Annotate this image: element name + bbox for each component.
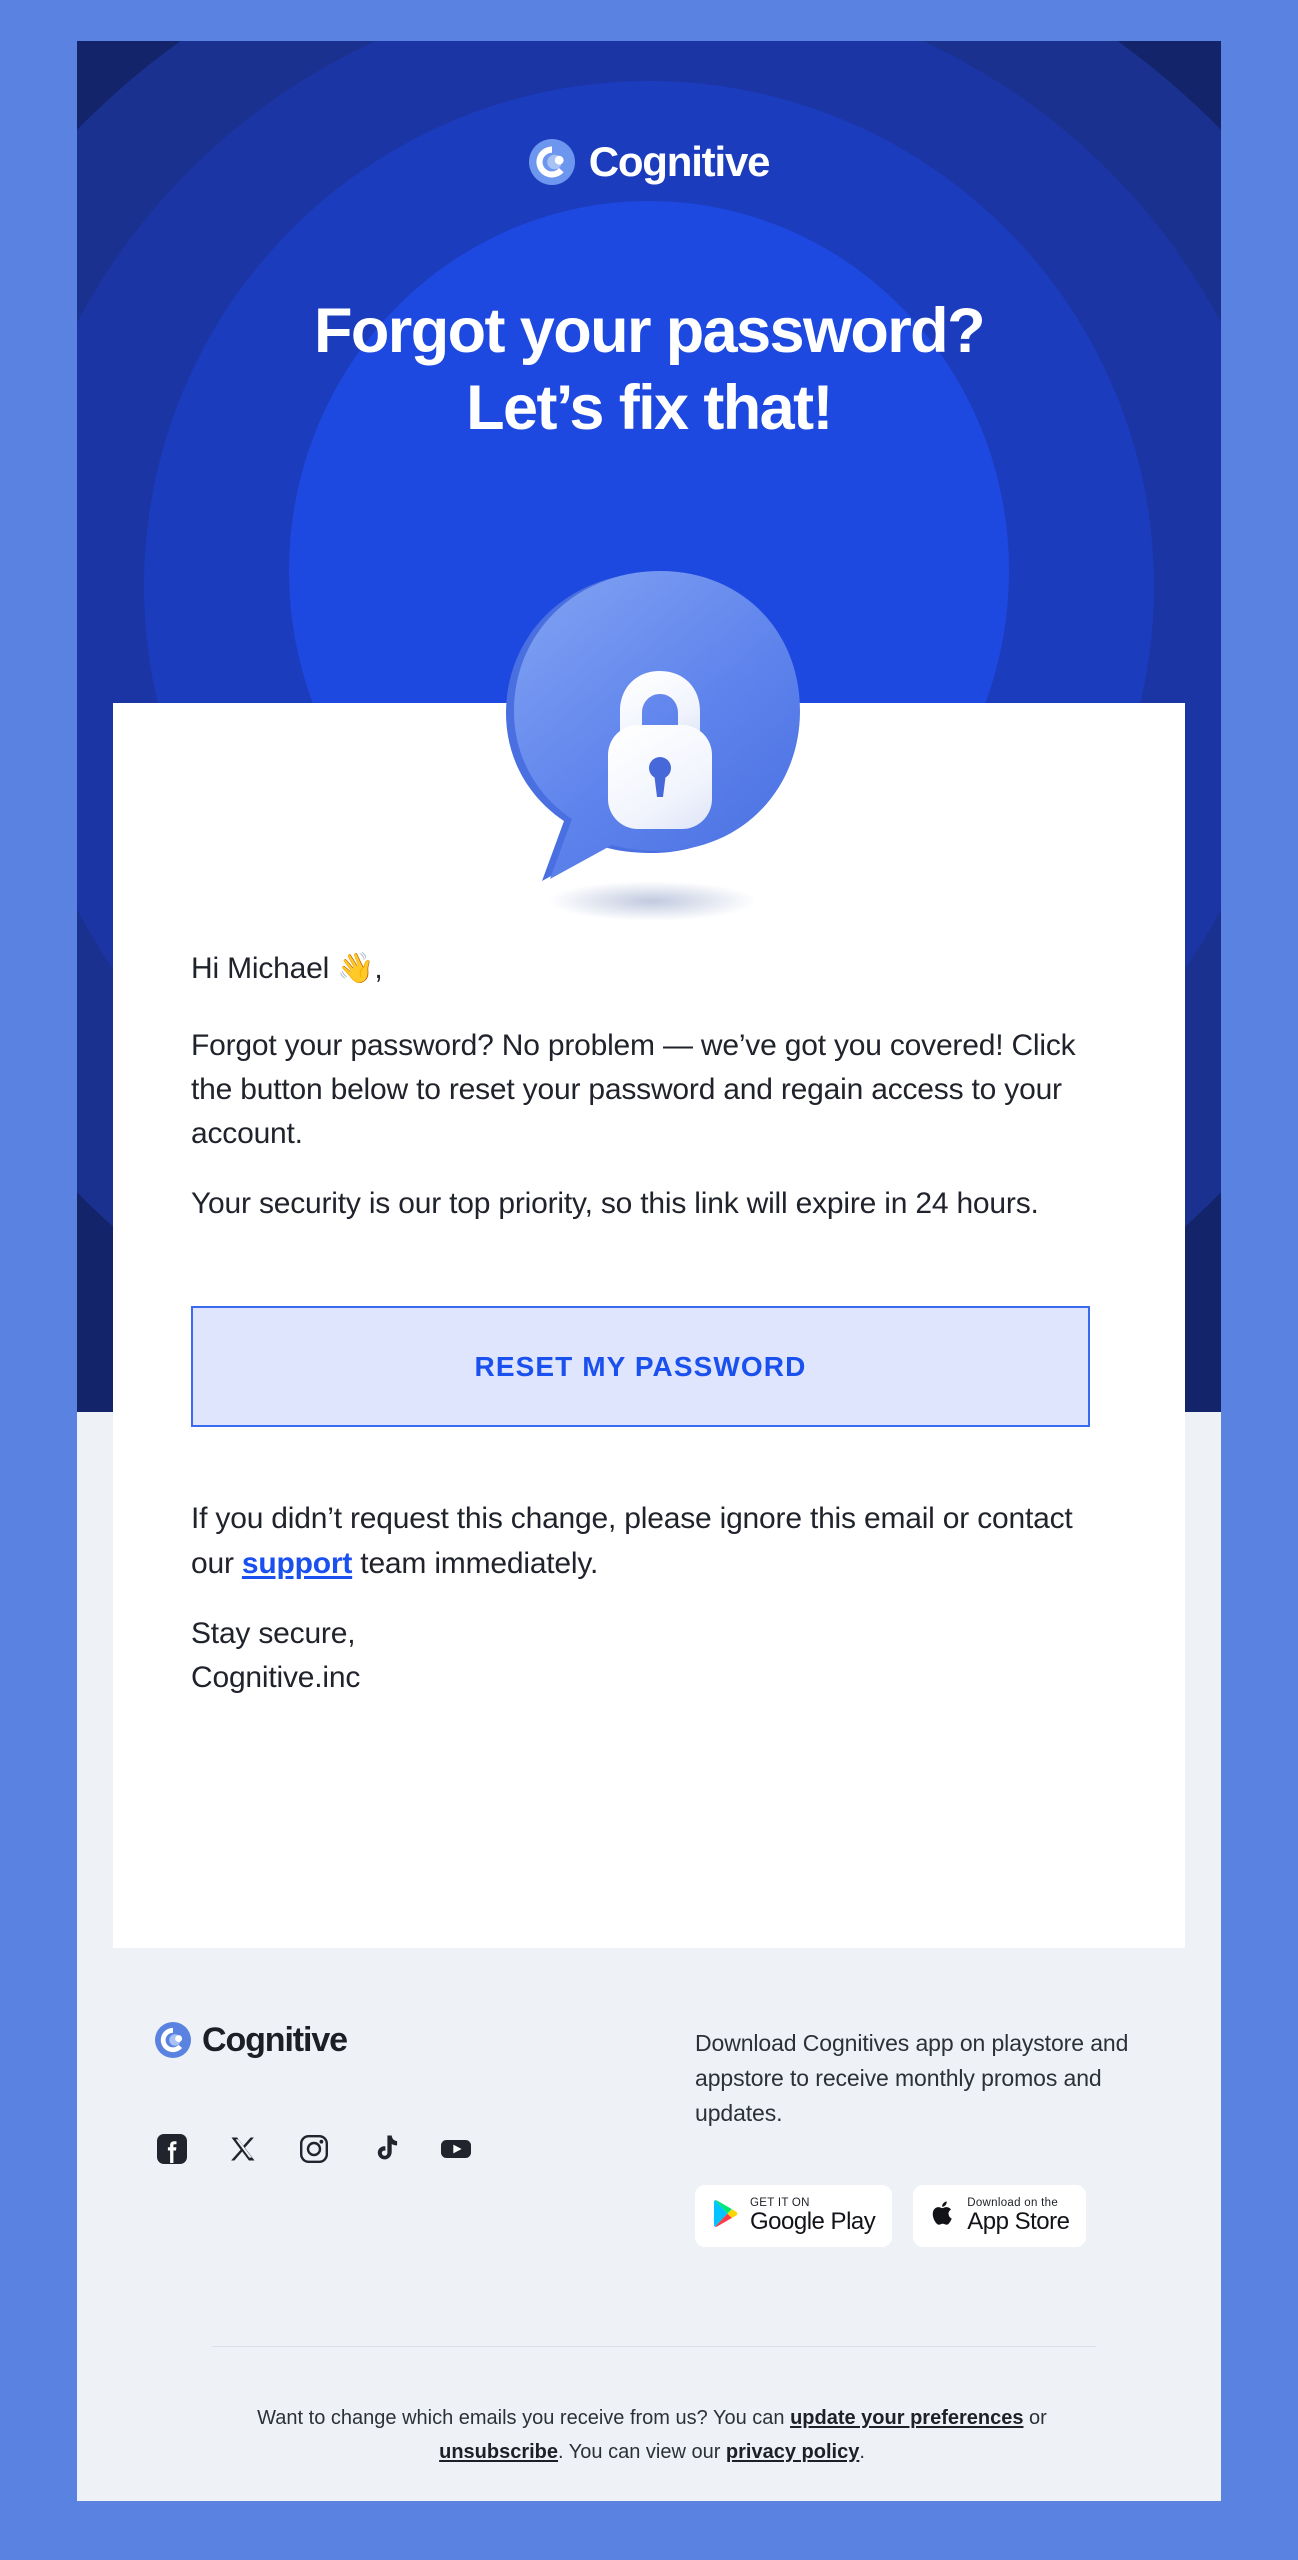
body-paragraph-2: Your security is our top priority, so th… [191,1187,1039,1221]
hero-headline-line1: Forgot your password? [314,296,986,366]
footer-divider [212,2346,1096,2347]
signoff-line1: Stay secure, [191,1616,356,1650]
facebook-icon[interactable] [155,2132,189,2166]
email-body-content: Hi Michael 👋, Forgot your password? No p… [191,947,1107,1701]
footer-logo-text: Cognitive [202,2021,348,2059]
footer-right-column: Download Cognitives app on playstore and… [695,2022,1143,2247]
cognitive-logo-icon [528,139,575,185]
google-play-badge[interactable]: GET IT ON Google Play [695,2184,893,2247]
legal-text-4: . [859,2440,865,2463]
reset-password-button[interactable]: RESET MY PASSWORD [191,1306,1090,1428]
store-badges: GET IT ON Google Play Download on the Ap… [695,2184,1143,2247]
hero-logo[interactable]: Cognitive [77,139,1221,185]
footer-app-description: Download Cognitives app on playstore and… [695,2030,1129,2126]
request-notice-after: team immediately. [352,1546,599,1580]
apple-icon [930,2198,956,2233]
app-store-badge-large: App Store [967,2208,1070,2236]
email-page: Cognitive Forgot your password? Let’s fi… [0,0,1298,2560]
signoff-line2: Cognitive.inc [191,1661,361,1695]
footer-legal-text: Want to change which emails you receive … [227,2402,1077,2469]
greeting-text: Hi Michael 👋, [191,952,383,985]
google-play-icon [712,2198,739,2234]
youtube-icon[interactable] [439,2132,473,2166]
unsubscribe-link[interactable]: unsubscribe [439,2441,558,2463]
app-store-badge-text: Download on the App Store [967,2197,1070,2236]
lock-speech-bubble-illustration [484,563,814,923]
app-store-badge[interactable]: Download on the App Store [913,2184,1087,2247]
footer-left-column: Cognitive [155,2022,575,2247]
update-preferences-link[interactable]: update your preferences [790,2407,1023,2429]
hero-headline-line2: Let’s fix that! [466,372,833,443]
x-twitter-icon[interactable] [226,2132,260,2166]
signoff: Stay secure, Cognitive.inc [191,1612,1107,1701]
legal-text-3: . You can view our [558,2440,726,2463]
google-play-badge-large: Google Play [750,2208,876,2236]
email-footer: Cognitive Download Cognitives app on pla… [77,1948,1221,2501]
cognitive-logo-icon [155,2022,191,2058]
footer-top: Cognitive Download Cognitives app on pla… [155,2022,1143,2247]
body-paragraph-1: Forgot your password? No problem — we’ve… [191,1029,1076,1151]
social-links [155,2132,575,2166]
support-link[interactable]: support [242,1547,352,1580]
footer-logo[interactable]: Cognitive [155,2022,575,2058]
legal-text-1: Want to change which emails you receive … [257,2407,791,2429]
hero-logo-text: Cognitive [588,138,771,185]
tiktok-icon[interactable] [368,2132,402,2166]
privacy-policy-link[interactable]: privacy policy [726,2441,859,2463]
google-play-badge-text: GET IT ON Google Play [750,2197,876,2236]
legal-text-2: or [1023,2407,1047,2429]
instagram-icon[interactable] [297,2132,331,2166]
email-card: Cognitive Forgot your password? Let’s fi… [77,41,1221,2501]
request-notice: If you didn’t request this change, pleas… [191,1497,1107,1585]
hero-headline: Forgot your password? Let’s fix that! [137,293,1161,447]
